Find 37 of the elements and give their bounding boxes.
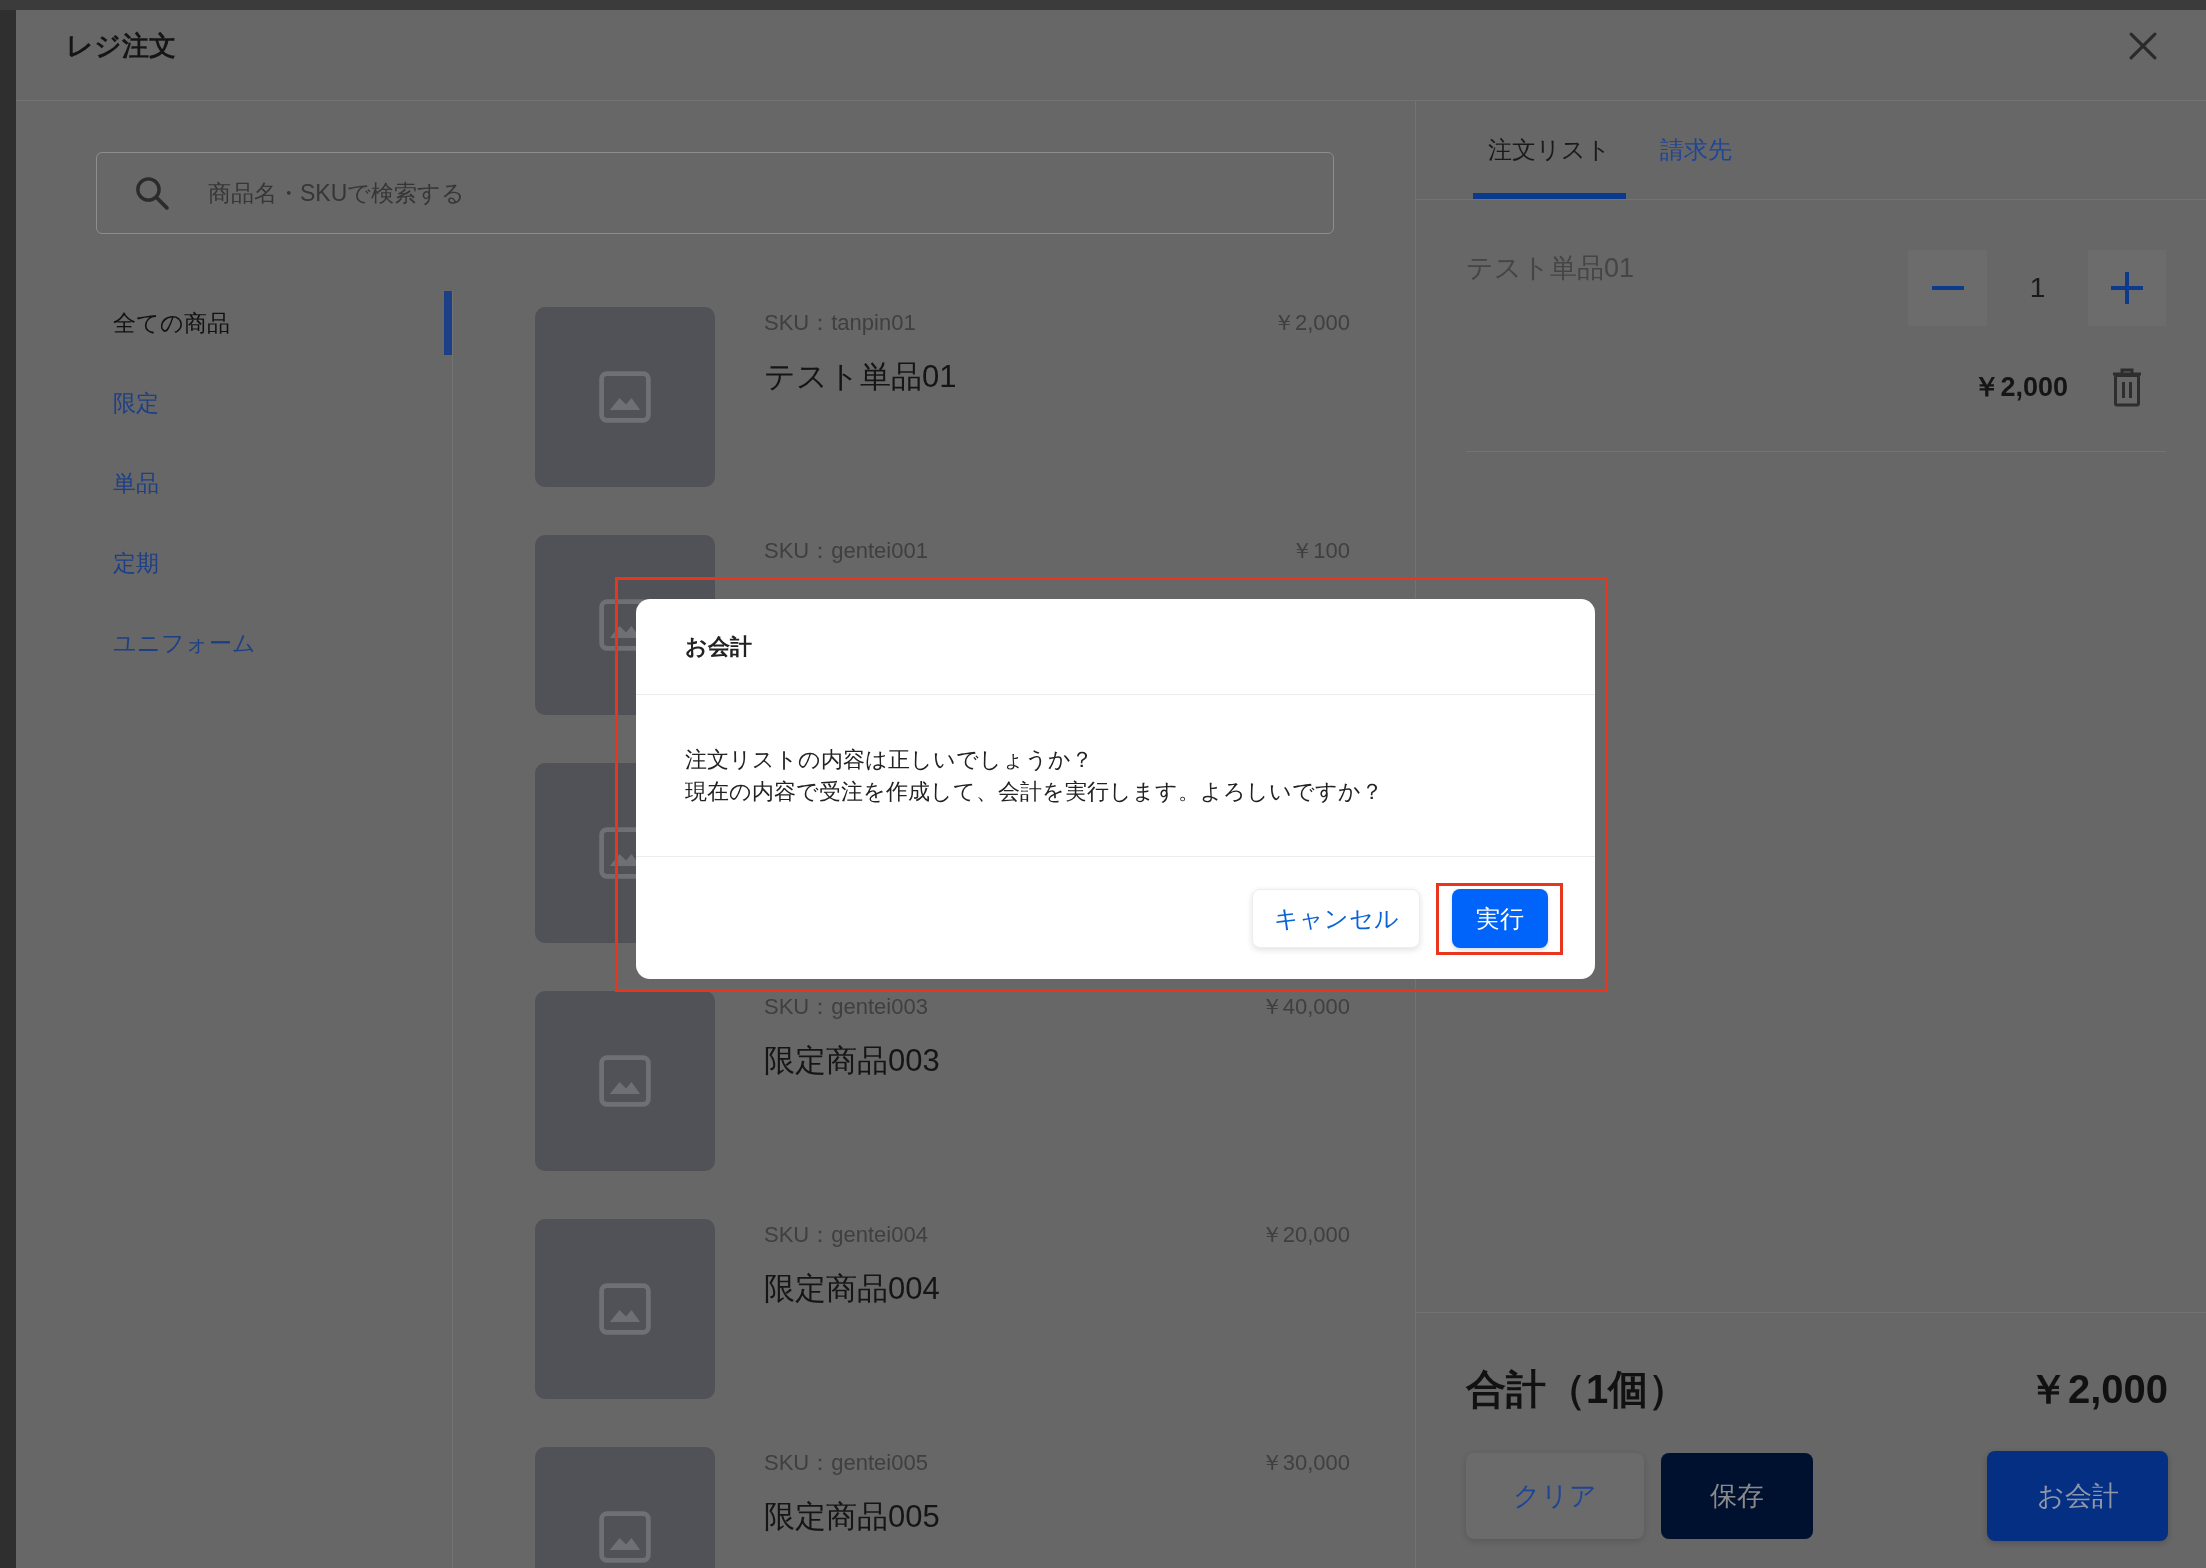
cancel-button[interactable]: キャンセル xyxy=(1252,889,1420,948)
dialog-message: 注文リストの内容は正しいでしょうか？ xyxy=(685,746,1093,774)
product-name[interactable]: 限定商品003 xyxy=(764,1041,1350,1081)
category-item[interactable]: 全ての商品 xyxy=(96,291,452,355)
save-button[interactable]: 保存 xyxy=(1661,1453,1813,1539)
close-icon[interactable] xyxy=(2129,32,2157,60)
product-name[interactable]: 限定商品004 xyxy=(764,1269,1350,1309)
decrease-button[interactable] xyxy=(1908,250,1987,326)
product-thumbnail[interactable] xyxy=(535,991,715,1171)
window-title: レジ注文 xyxy=(66,30,176,63)
quantity-value: 1 xyxy=(2028,271,2047,305)
confirm-button[interactable]: 実行 xyxy=(1452,889,1548,948)
search-icon xyxy=(135,176,169,210)
order-item-price: ￥2,000 xyxy=(1973,371,2068,404)
product-name[interactable]: 限定商品005 xyxy=(764,1497,1350,1537)
total-label: 合計（1個） xyxy=(1466,1366,1689,1413)
minus-icon xyxy=(1931,286,1964,290)
category-item[interactable]: 定期 xyxy=(96,531,452,595)
image-icon xyxy=(599,371,651,423)
category-item[interactable]: 限定 xyxy=(96,371,452,435)
product-name[interactable]: テスト単品01 xyxy=(764,357,1350,397)
total-amount: ￥2,000 xyxy=(2027,1366,2168,1413)
plus-icon xyxy=(2111,272,2143,304)
product-thumbnail[interactable] xyxy=(535,307,715,487)
category-item[interactable]: 単品 xyxy=(96,451,452,515)
image-icon xyxy=(599,1283,651,1335)
trash-icon[interactable] xyxy=(2110,367,2144,408)
clear-button[interactable]: クリア xyxy=(1466,1453,1644,1539)
dialog-title: お会計 xyxy=(685,633,752,661)
tab[interactable]: 注文リスト xyxy=(1473,101,1626,199)
image-icon xyxy=(599,1511,651,1563)
product-thumbnail[interactable] xyxy=(535,1219,715,1399)
image-icon xyxy=(599,1055,651,1107)
checkout-button[interactable]: お会計 xyxy=(1987,1451,2168,1541)
dialog-message: 現在の内容で受注を作成して、会計を実行します。よろしいですか？ xyxy=(685,778,1383,806)
increase-button[interactable] xyxy=(2088,250,2166,326)
category-item[interactable]: ユニフォーム xyxy=(96,611,452,675)
